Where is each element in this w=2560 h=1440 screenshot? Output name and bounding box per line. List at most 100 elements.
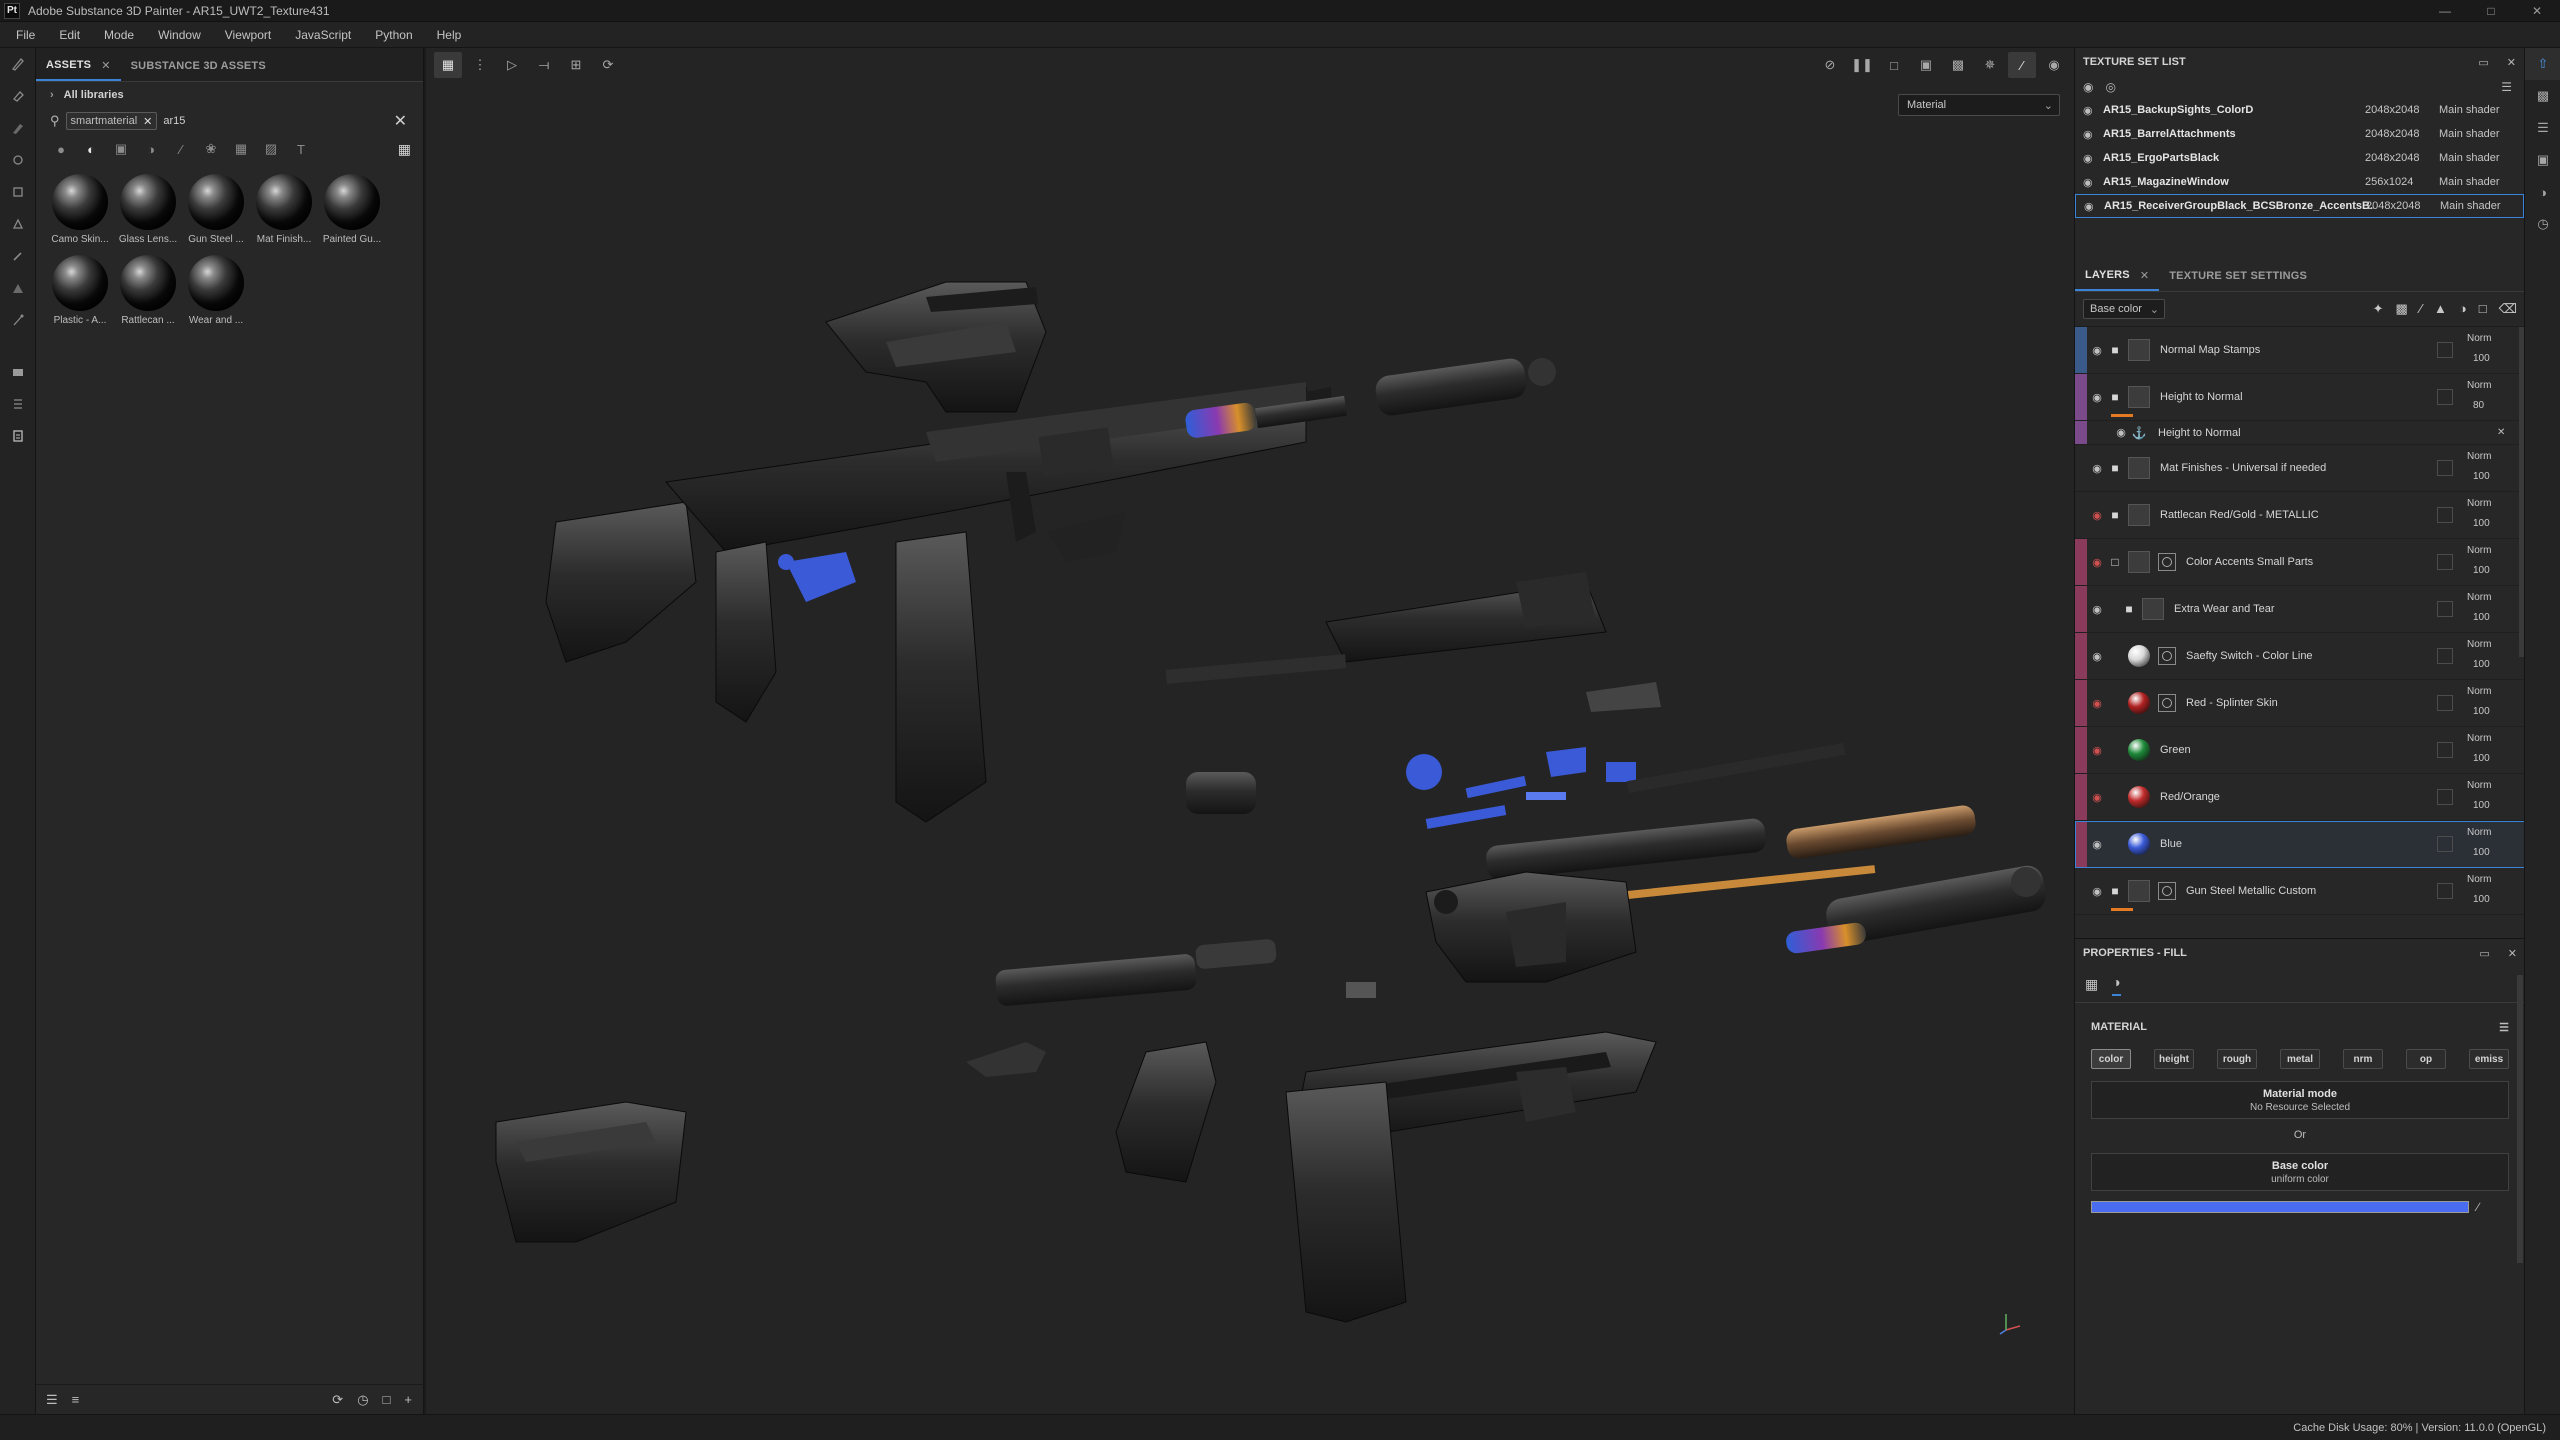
screenshot-icon[interactable]: ◉ <box>2040 52 2068 78</box>
smart-material-icon[interactable]: ▣ <box>110 138 132 160</box>
blend-mode-select[interactable]: Norm <box>2467 639 2491 650</box>
refresh-icon[interactable]: ⟳ <box>332 1392 343 1408</box>
delete-icon[interactable]: ⌫ <box>2499 301 2517 317</box>
remove-icon[interactable]: ✕ <box>2497 427 2505 438</box>
alpha-icon[interactable]: ❀ <box>200 138 222 160</box>
eye-icon[interactable]: ◉ <box>2088 885 2106 898</box>
mask-thumbnail[interactable] <box>2158 647 2176 665</box>
picker-icon[interactable] <box>0 240 36 272</box>
material-ball-thumbnail[interactable] <box>2128 786 2150 808</box>
layer-thumbnail[interactable] <box>2142 598 2164 620</box>
layer-row[interactable]: ◉ Green Norm 100 <box>2075 727 2525 774</box>
eye-icon[interactable]: ◉ <box>2088 603 2106 616</box>
color-picker-icon[interactable]: ∕ <box>2477 1200 2479 1214</box>
mask-slot[interactable] <box>2437 789 2453 805</box>
layer-row[interactable]: ◉ ■ Mat Finishes - Universal if needed Norm… <box>2075 445 2525 492</box>
mask-slot[interactable] <box>2437 342 2453 358</box>
opacity-value[interactable]: 100 <box>2473 471 2490 482</box>
material-ball-thumbnail[interactable] <box>2128 692 2150 714</box>
channel-toggle-nrm[interactable]: nrm <box>2343 1049 2383 1069</box>
menu-icon[interactable]: ☰ <box>2501 80 2512 94</box>
smudge-icon[interactable] <box>0 176 36 208</box>
texture-set-row[interactable]: ◉ AR15_BarrelAttachments 2048x2048 Main … <box>2075 122 2524 146</box>
asset-item[interactable]: Painted Gu... <box>318 174 386 245</box>
sort-icon[interactable]: ≡ <box>72 1392 80 1407</box>
all-icon[interactable]: ● <box>50 138 72 160</box>
symmetry-icon[interactable]: ▷ <box>498 52 526 78</box>
undock-icon[interactable]: ▭ <box>2478 56 2488 69</box>
stack-icon[interactable] <box>0 388 36 420</box>
paint-icon[interactable]: ∕ <box>2008 52 2036 78</box>
eye-icon[interactable]: ◉ <box>2088 556 2106 569</box>
environment-icon[interactable]: ▨ <box>260 138 282 160</box>
add-mask-icon[interactable]: ▩ <box>2396 301 2408 317</box>
eraser-icon[interactable] <box>0 80 36 112</box>
mask-thumbnail[interactable] <box>2158 553 2176 571</box>
add-icon[interactable]: + <box>404 1392 412 1408</box>
blend-mode-select[interactable]: Norm <box>2467 380 2491 391</box>
grid-view-icon[interactable]: ▦ <box>398 141 411 158</box>
opacity-value[interactable]: 100 <box>2473 565 2490 576</box>
channel-toggle-height[interactable]: height <box>2154 1049 2194 1069</box>
scrollbar[interactable] <box>2517 975 2523 1263</box>
visibility-toggle-icon[interactable]: ◉ <box>2083 80 2093 94</box>
texture-set-row[interactable]: ◉ AR15_MagazineWindow 256x1024 Main shad… <box>2075 170 2524 194</box>
measure-icon[interactable] <box>0 304 36 336</box>
2d-3d-icon[interactable]: □ <box>1880 52 1908 78</box>
3d-viewport[interactable]: ▦ ⋮ ▷ ⟞ ⊞ ⟳ ⊘ ❚❚ □ ▣ ▩ ✵ ∕ ◉ Material ⌄ <box>426 48 2074 1414</box>
channel-select[interactable]: Base color ⌄ <box>2083 299 2165 319</box>
texture-set-row[interactable]: ◉ AR15_BackupSights_ColorD 2048x2048 Mai… <box>2075 98 2524 122</box>
add-paint-layer-icon[interactable]: ∕ <box>2420 301 2422 317</box>
close-icon[interactable]: ✕ <box>2140 269 2149 282</box>
material-ball-thumbnail[interactable] <box>2128 645 2150 667</box>
eye-icon[interactable]: ◉ <box>2088 462 2106 475</box>
layer-row[interactable]: ◉ ■ Rattlecan Red/Gold - METALLIC Norm 100 <box>2075 492 2525 539</box>
eye-icon[interactable]: ◉ <box>2083 104 2099 117</box>
folder-icon[interactable]: □ <box>383 1392 391 1408</box>
text-icon[interactable]: T <box>290 138 312 160</box>
layers-icon[interactable]: ☰ <box>2525 112 2560 144</box>
blend-mode-select[interactable]: Norm <box>2467 874 2491 885</box>
close-icon[interactable]: ✕ <box>101 59 110 72</box>
selection-icon[interactable]: ⋮ <box>466 52 494 78</box>
layer-thumbnail[interactable] <box>2128 880 2150 902</box>
tab-layers[interactable]: LAYERS ✕ <box>2075 261 2160 291</box>
camera-icon[interactable]: ▩ <box>1944 52 1972 78</box>
opacity-value[interactable]: 100 <box>2473 612 2490 623</box>
eye-icon[interactable]: ◉ <box>2088 509 2106 522</box>
blend-mode-select[interactable]: Norm <box>2467 733 2491 744</box>
close-icon[interactable]: ✕ <box>2507 56 2516 69</box>
mask-slot[interactable] <box>2437 648 2453 664</box>
mask-slot[interactable] <box>2437 460 2453 476</box>
asset-item[interactable]: Gun Steel ... <box>182 174 250 245</box>
layer-row-selected[interactable]: ◉ Blue Norm 100 <box>2075 821 2525 868</box>
mask-slot[interactable] <box>2437 601 2453 617</box>
shelf-icon[interactable] <box>0 420 36 452</box>
geometry-fill-icon[interactable] <box>0 144 36 176</box>
fill-settings-icon[interactable]: ▦ <box>2085 976 2098 993</box>
eye-icon[interactable]: ◉ <box>2088 791 2106 804</box>
clone-icon[interactable] <box>0 208 36 240</box>
add-fill-layer-icon[interactable]: ▲ <box>2434 301 2447 317</box>
grid-icon[interactable]: ▦ <box>434 52 462 78</box>
opacity-value[interactable]: 80 <box>2473 400 2484 411</box>
folder-icon[interactable]: ■ <box>2106 884 2124 898</box>
eye-icon[interactable]: ◉ <box>2088 838 2106 851</box>
layer-thumbnail[interactable] <box>2128 457 2150 479</box>
bake-icon[interactable]: ◑ <box>2525 176 2560 208</box>
pause-icon[interactable]: ❚❚ <box>1848 52 1876 78</box>
opacity-value[interactable]: 100 <box>2473 353 2490 364</box>
mask-slot[interactable] <box>2437 389 2453 405</box>
eye-icon[interactable]: ◉ <box>2088 697 2106 710</box>
mask-slot[interactable] <box>2437 507 2453 523</box>
asset-item[interactable]: Mat Finish... <box>250 174 318 245</box>
mask-slot[interactable] <box>2437 554 2453 570</box>
layer-thumbnail[interactable] <box>2128 504 2150 526</box>
asset-item[interactable]: Glass Lens... <box>114 174 182 245</box>
layer-thumbnail[interactable] <box>2128 386 2150 408</box>
material-icon[interactable]: ◐ <box>80 138 102 160</box>
menu-window[interactable]: Window <box>146 28 213 42</box>
blend-mode-select[interactable]: Norm <box>2467 545 2491 556</box>
opacity-value[interactable]: 100 <box>2473 847 2490 858</box>
layer-row[interactable]: ◉ Saefty Switch - Color Line Norm 100 <box>2075 633 2525 680</box>
